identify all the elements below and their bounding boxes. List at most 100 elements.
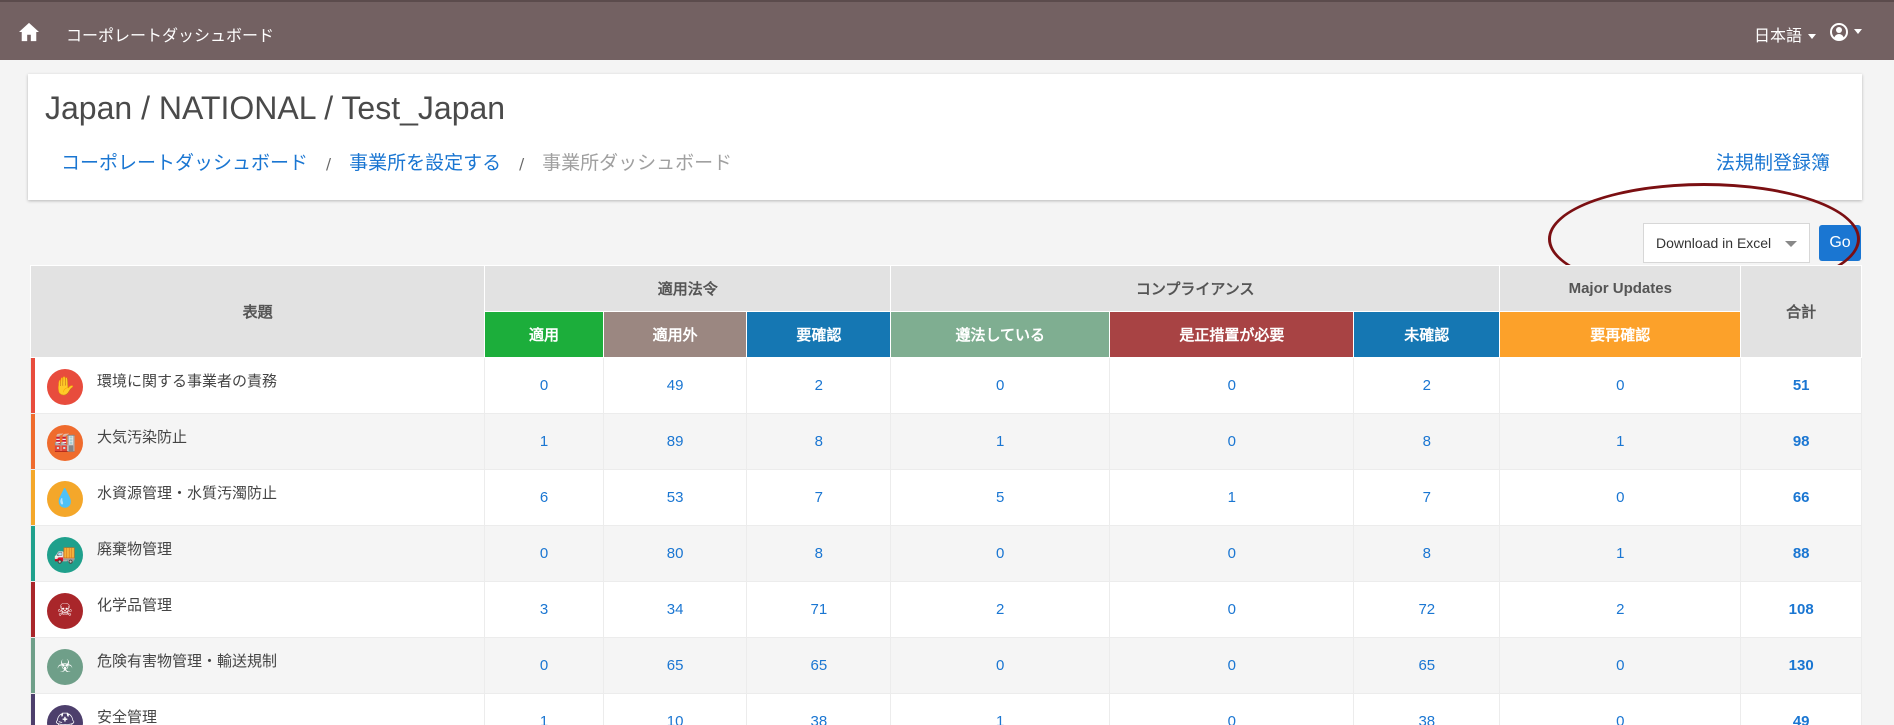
value-cell-unconfirmed[interactable]: 72 (1353, 581, 1501, 638)
value-cell-unconfirmed[interactable]: 2 (1353, 357, 1501, 414)
total-cell[interactable]: 130 (1740, 637, 1862, 694)
value-cell-corrective-action[interactable]: 0 (1109, 581, 1355, 638)
value-cell-corrective-action[interactable]: 0 (1109, 525, 1355, 582)
value-cell-compliant[interactable]: 1 (890, 413, 1111, 470)
value-cell-applicable[interactable]: 0 (484, 357, 604, 414)
table-row: ☣ 危険有害物管理・輸送規制 0 65 65 0 0 65 0 130 (29, 637, 1862, 694)
total-cell[interactable]: 51 (1740, 357, 1862, 414)
value-cell-applicable[interactable]: 6 (484, 469, 604, 526)
value-cell-not-applicable[interactable]: 10 (602, 693, 748, 725)
value-cell-needs-review[interactable]: 38 (746, 693, 892, 725)
row-title: 廃棄物管理 (97, 541, 173, 558)
value-cell-needs-review[interactable]: 8 (746, 525, 892, 582)
value-cell-recheck[interactable]: 0 (1499, 637, 1742, 694)
value-cell-applicable[interactable]: 1 (484, 693, 604, 725)
value-cell-not-applicable[interactable]: 34 (602, 581, 748, 638)
go-button[interactable]: Go (1819, 225, 1861, 261)
row-title: 化学品管理 (97, 597, 173, 614)
value-cell-applicable[interactable]: 0 (484, 525, 604, 582)
value-cell-unconfirmed[interactable]: 8 (1353, 413, 1501, 470)
value-cell-applicable[interactable]: 1 (484, 413, 604, 470)
row-title-cell: ✋ 環境に関する事業者の責務 (29, 357, 486, 414)
hands-icon: ✋ (47, 369, 83, 405)
row-title-cell: 🏭 大気汚染防止 (29, 413, 486, 470)
value-cell-not-applicable[interactable]: 89 (602, 413, 748, 470)
value-cell-not-applicable[interactable]: 65 (602, 637, 748, 694)
value-cell-corrective-action[interactable]: 1 (1109, 469, 1355, 526)
value-cell-needs-review[interactable]: 2 (746, 357, 892, 414)
value-cell-recheck[interactable]: 0 (1499, 693, 1742, 725)
value-cell-unconfirmed[interactable]: 7 (1353, 469, 1501, 526)
value-cell-unconfirmed[interactable]: 8 (1353, 525, 1501, 582)
value-cell-recheck[interactable]: 2 (1499, 581, 1742, 638)
value-cell-not-applicable[interactable]: 80 (602, 525, 748, 582)
value-cell-needs-review[interactable]: 71 (746, 581, 892, 638)
top-navbar: コーポレートダッシュボード 日本語 (0, 0, 1894, 60)
value-cell-applicable[interactable]: 0 (484, 637, 604, 694)
summary-table: 表題 適用法令 コンプライアンス Major Updates 合計 適用 適用外要… (29, 265, 1862, 725)
value-cell-recheck[interactable]: 1 (1499, 525, 1742, 582)
value-cell-needs-review[interactable]: 65 (746, 637, 892, 694)
value-cell-corrective-action[interactable]: 0 (1109, 693, 1355, 725)
value-cell-recheck[interactable]: 0 (1499, 469, 1742, 526)
value-cell-compliant[interactable]: 5 (890, 469, 1111, 526)
value-cell-unconfirmed[interactable]: 65 (1353, 637, 1501, 694)
row-title-cell: ⛑ 安全管理 (29, 693, 486, 725)
category-color-bar (31, 582, 35, 637)
value-cell-recheck[interactable]: 0 (1499, 357, 1742, 414)
total-cell[interactable]: 49 (1740, 693, 1862, 725)
value-cell-compliant[interactable]: 0 (890, 357, 1111, 414)
table-row: 💧 水資源管理・水質汚濁防止 6 53 7 5 1 7 0 66 (29, 469, 1862, 526)
value-cell-unconfirmed[interactable]: 38 (1353, 693, 1501, 725)
table-row: 🚚 廃棄物管理 0 80 8 0 0 8 1 88 (29, 525, 1862, 582)
value-cell-corrective-action[interactable]: 0 (1109, 357, 1355, 414)
title-header: 表題 (29, 265, 486, 358)
total-cell[interactable]: 66 (1740, 469, 1862, 526)
value-cell-not-applicable[interactable]: 49 (602, 357, 748, 414)
breadcrumb-separator: / (326, 155, 332, 173)
table-row: ⛑ 安全管理 1 10 38 1 0 38 0 49 (29, 693, 1862, 725)
column-header-unconfirmed: 未確認 (1353, 311, 1501, 358)
value-cell-compliant[interactable]: 0 (890, 637, 1111, 694)
column-header-not-applicable: 適用外 (602, 311, 748, 358)
regulation-register-link[interactable]: 法規制登録簿 (1716, 148, 1830, 175)
value-cell-needs-review[interactable]: 7 (746, 469, 892, 526)
value-cell-recheck[interactable]: 1 (1499, 413, 1742, 470)
breadcrumb-separator: / (519, 155, 525, 173)
language-dropdown[interactable]: 日本語 (1754, 22, 1816, 46)
breadcrumb-site-settings[interactable]: 事業所を設定する (349, 152, 501, 174)
export-format-select[interactable]: Download in Excel (1643, 223, 1810, 263)
row-title: 水資源管理・水質汚濁防止 (97, 485, 278, 502)
app-title[interactable]: コーポレートダッシュボード (66, 22, 274, 46)
value-cell-applicable[interactable]: 3 (484, 581, 604, 638)
table-row: ☠ 化学品管理 3 34 71 2 0 72 2 108 (29, 581, 1862, 638)
value-cell-not-applicable[interactable]: 53 (602, 469, 748, 526)
value-cell-compliant[interactable]: 0 (890, 525, 1111, 582)
hardhat-icon: ⛑ (47, 705, 83, 725)
value-cell-corrective-action[interactable]: 0 (1109, 637, 1355, 694)
table-row: ✋ 環境に関する事業者の責務 0 49 2 0 0 2 0 51 (29, 357, 1862, 414)
row-title-cell: 💧 水資源管理・水質汚濁防止 (29, 469, 486, 526)
breadcrumb-corporate-dashboard[interactable]: コーポレートダッシュボード (61, 152, 308, 174)
breadcrumb-site-dashboard: 事業所ダッシュボード (542, 152, 733, 174)
column-header-applicable: 適用 (484, 311, 604, 358)
truck-icon: 🚚 (47, 537, 83, 573)
row-title-cell: 🚚 廃棄物管理 (29, 525, 486, 582)
total-cell[interactable]: 98 (1740, 413, 1862, 470)
value-cell-needs-review[interactable]: 8 (746, 413, 892, 470)
row-title-cell: ☣ 危険有害物管理・輸送規制 (29, 637, 486, 694)
factory-icon: 🏭 (47, 425, 83, 461)
column-header-corrective-action: 是正措置が必要 (1109, 311, 1355, 358)
value-cell-corrective-action[interactable]: 0 (1109, 413, 1355, 470)
breadcrumb: コーポレートダッシュボード / 事業所を設定する / 事業所ダッシュボード (61, 148, 732, 175)
total-cell[interactable]: 108 (1740, 581, 1862, 638)
page-title: Japan / NATIONAL / Test_Japan (45, 90, 506, 126)
column-header-needs-review: 要確認 (746, 311, 892, 358)
total-cell[interactable]: 88 (1740, 525, 1862, 582)
row-title: 安全管理 (97, 709, 158, 725)
category-color-bar (31, 526, 35, 581)
value-cell-compliant[interactable]: 1 (890, 693, 1111, 725)
user-menu[interactable] (1830, 21, 1862, 41)
home-icon[interactable] (18, 22, 40, 42)
value-cell-compliant[interactable]: 2 (890, 581, 1111, 638)
